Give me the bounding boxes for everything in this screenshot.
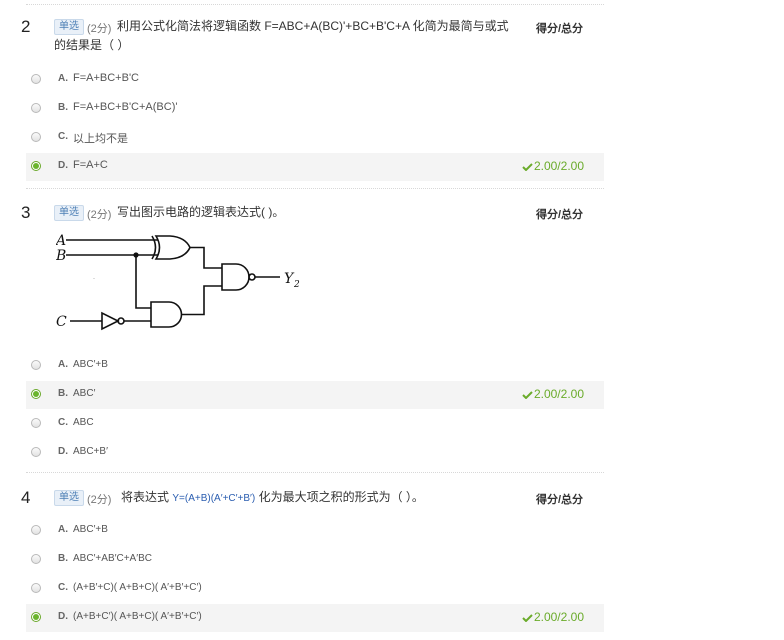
option-c[interactable]: C. 以上均不是 bbox=[26, 124, 604, 152]
radio-button[interactable] bbox=[31, 447, 41, 457]
option-letter: B. bbox=[58, 102, 68, 113]
question-number: 2 bbox=[21, 17, 31, 36]
option-letter: B. bbox=[58, 553, 68, 564]
option-letter: D. bbox=[58, 446, 68, 457]
radio-button[interactable] bbox=[31, 418, 41, 428]
question-number: 3 bbox=[21, 203, 31, 222]
logic-circuit-figure: A B C Y 2 bbox=[56, 233, 300, 331]
question-points: (2分) bbox=[87, 23, 112, 35]
radio-button[interactable] bbox=[31, 554, 41, 564]
option-letter: A. bbox=[58, 359, 68, 370]
question-type-badge: 单选 bbox=[54, 490, 84, 506]
question-stem: 写出图示电路的逻辑表达式( )。 bbox=[117, 205, 285, 219]
option-text: (A+B′+C)( A+B+C)( A′+B′+C′) bbox=[73, 582, 202, 593]
option-a[interactable]: A. F=A+BC+B'C bbox=[26, 66, 604, 94]
option-b[interactable]: B. ABC′+AB′C+A′BC bbox=[26, 546, 604, 574]
question-number: 4 bbox=[21, 488, 31, 507]
option-text: ABC+B′ bbox=[73, 446, 108, 457]
radio-button[interactable] bbox=[31, 132, 41, 142]
option-letter: B. bbox=[58, 388, 68, 399]
radio-button[interactable] bbox=[31, 583, 41, 593]
option-b[interactable]: B. ABC′ 2.00/2.00 bbox=[26, 381, 604, 409]
option-text: ABC′+AB′C+A′BC bbox=[73, 553, 152, 564]
input-label-b: B bbox=[56, 248, 66, 264]
option-letter: C. bbox=[58, 582, 68, 593]
score-result: 2.00/2.00 bbox=[522, 159, 584, 173]
option-a[interactable]: A. ABC′+B bbox=[26, 352, 604, 380]
check-icon bbox=[522, 391, 533, 399]
option-c[interactable]: C. ABC bbox=[26, 410, 604, 438]
option-d[interactable]: D. F=A+C 2.00/2.00 bbox=[26, 153, 604, 181]
radio-button[interactable] bbox=[31, 360, 41, 370]
score-header: 得分/总分 bbox=[536, 23, 584, 35]
stem-suffix: 化为最大项之积的形式为（ ）。 bbox=[258, 490, 424, 504]
question-points: (2分) bbox=[87, 494, 112, 506]
stem-expression: Y=(A+B)(A′+C′+B′) bbox=[172, 493, 256, 504]
score-header: 得分/总分 bbox=[536, 494, 584, 506]
score-result: 2.00/2.00 bbox=[522, 610, 584, 624]
score-value: 2.00/2.00 bbox=[533, 610, 584, 624]
question-type-badge: 单选 bbox=[54, 205, 84, 221]
option-letter: A. bbox=[58, 524, 68, 535]
score-value: 2.00/2.00 bbox=[533, 159, 584, 173]
option-d[interactable]: D. (A+B+C′)( A+B+C)( A′+B′+C′) 2.00/2.00 bbox=[26, 604, 604, 632]
question-stem-line2: 的结果是（ ） bbox=[54, 38, 130, 52]
divider bbox=[26, 472, 604, 473]
question-stem: 将表达式 Y=(A+B)(A′+C′+B′) 化为最大项之积的形式为（ ）。 bbox=[121, 488, 424, 508]
option-c[interactable]: C. (A+B′+C)( A+B+C)( A′+B′+C′) bbox=[26, 575, 604, 603]
option-d[interactable]: D. ABC+B′ bbox=[26, 439, 604, 467]
option-text: F=A+BC+B'C+A(BC)' bbox=[73, 101, 178, 113]
option-text: ABC bbox=[73, 417, 94, 428]
score-value: 2.00/2.00 bbox=[533, 387, 584, 401]
radio-button-selected[interactable] bbox=[31, 161, 41, 171]
radio-button[interactable] bbox=[31, 103, 41, 113]
radio-button-selected[interactable] bbox=[31, 612, 41, 622]
input-label-a: A bbox=[56, 233, 66, 249]
output-label-subscript: 2 bbox=[293, 280, 300, 290]
divider bbox=[26, 4, 604, 5]
check-icon bbox=[522, 614, 533, 622]
check-icon bbox=[522, 163, 533, 171]
option-letter: A. bbox=[58, 73, 68, 84]
option-text: 以上均不是 bbox=[73, 133, 128, 145]
question-stem-line1: 利用公式化简法将逻辑函数 F=ABC+A(BC)'+BC+B'C+A 化简为最简… bbox=[117, 19, 509, 33]
option-letter: C. bbox=[58, 131, 68, 142]
question-points: (2分) bbox=[87, 209, 112, 221]
divider bbox=[26, 188, 604, 189]
option-text: ABC′+B bbox=[73, 524, 108, 535]
radio-button-selected[interactable] bbox=[31, 389, 41, 399]
option-text: F=A+BC+B'C bbox=[73, 72, 139, 84]
stem-prefix: 将表达式 bbox=[121, 490, 170, 504]
option-text: (A+B+C′)( A+B+C)( A′+B′+C′) bbox=[73, 611, 202, 622]
option-letter: D. bbox=[58, 611, 68, 622]
option-letter: D. bbox=[58, 160, 68, 171]
radio-button[interactable] bbox=[31, 74, 41, 84]
input-label-c: C bbox=[56, 314, 67, 330]
option-a[interactable]: A. ABC′+B bbox=[26, 517, 604, 545]
option-letter: C. bbox=[58, 417, 68, 428]
option-b[interactable]: B. F=A+BC+B'C+A(BC)' bbox=[26, 95, 604, 123]
option-text: ABC′ bbox=[73, 388, 96, 399]
score-result: 2.00/2.00 bbox=[522, 387, 584, 401]
score-header: 得分/总分 bbox=[536, 209, 584, 221]
option-text: F=A+C bbox=[73, 159, 108, 171]
option-text: ABC′+B bbox=[73, 359, 108, 370]
radio-button[interactable] bbox=[31, 525, 41, 535]
question-type-badge: 单选 bbox=[54, 19, 84, 35]
